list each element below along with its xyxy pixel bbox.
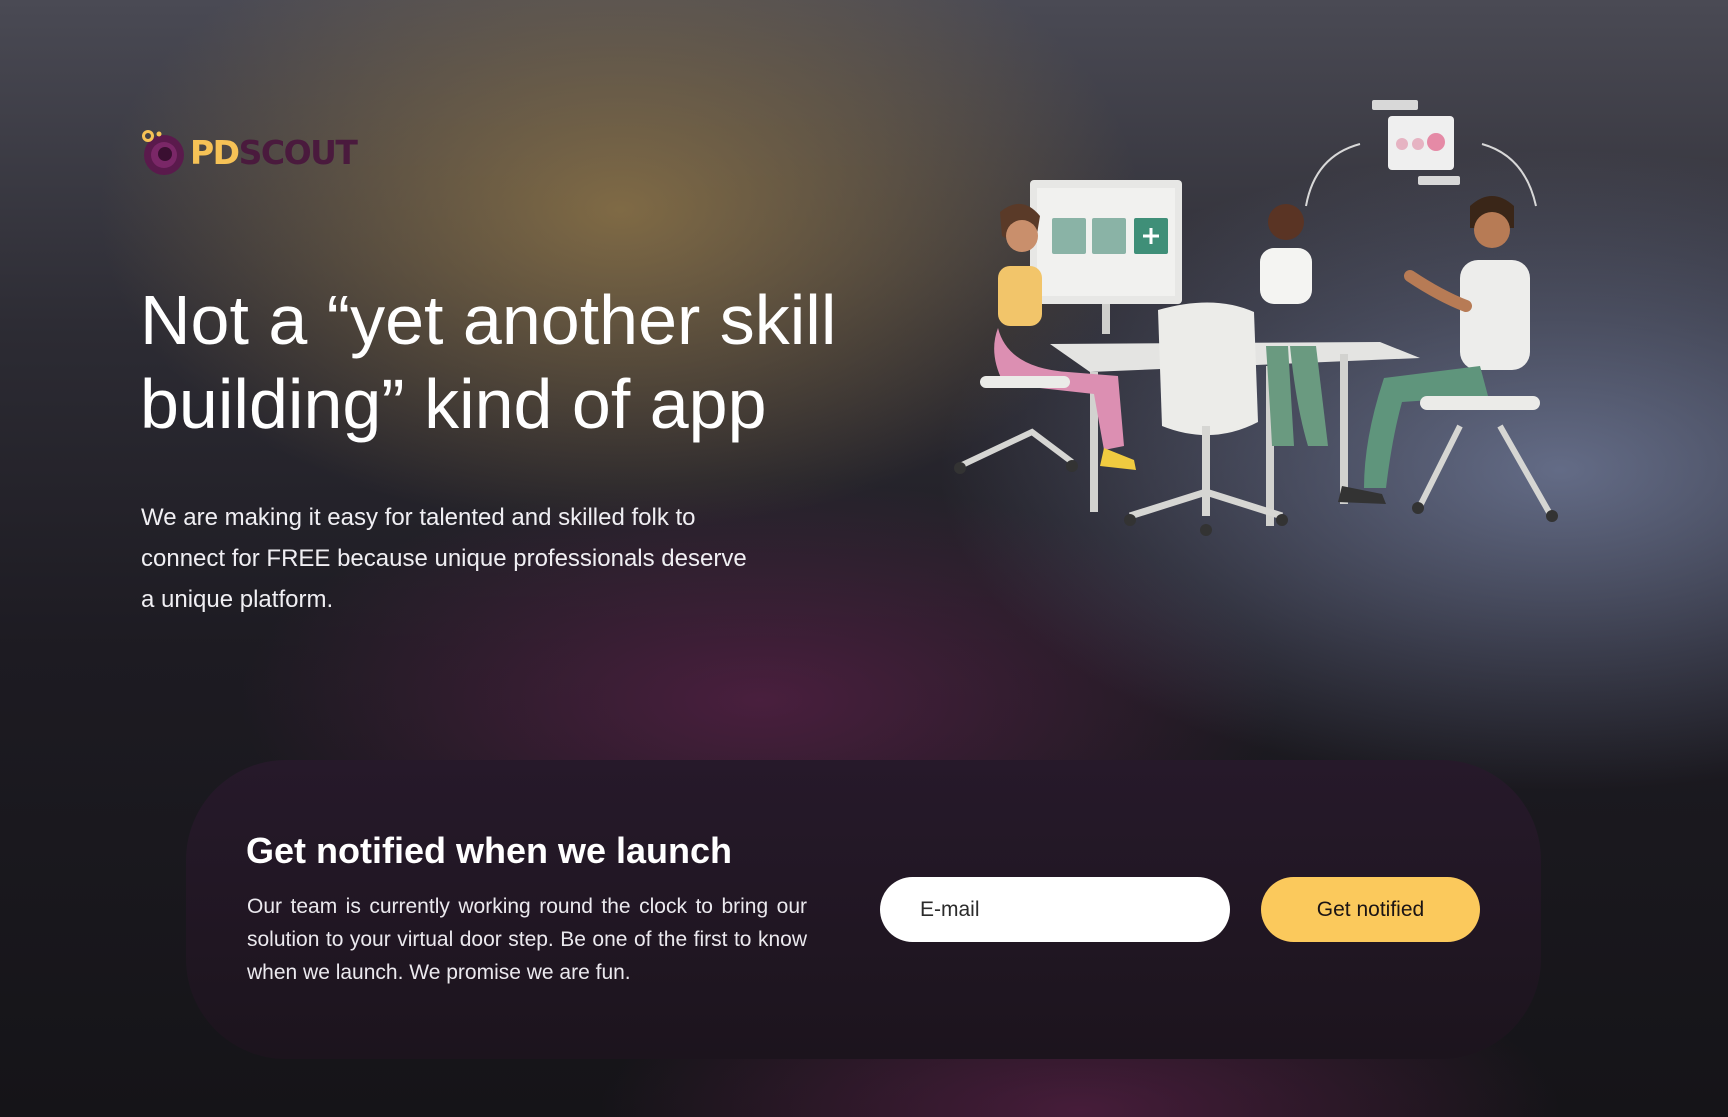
logo-wordmark-scout: SCOUT [238,132,358,172]
get-notified-button[interactable]: Get notified [1261,877,1480,942]
chair-icon [1124,302,1288,536]
hero-description: We are making it easy for talented and s… [141,504,747,613]
notify-card: Get notified when we launch Our team is … [186,760,1541,1059]
logo-icon [142,130,184,175]
notify-description: Our team is currently working round the … [247,895,807,984]
logo-wordmark-pd: PD [190,132,240,172]
notify-title: Get notified when we launch [246,830,733,871]
brand-logo[interactable]: PDSCOUT [140,128,358,176]
chat-bubbles-icon [1305,100,1537,207]
email-input[interactable] [880,877,1230,942]
logo-wordmark: PDSCOUT [190,132,358,172]
person-center-icon [1260,204,1328,446]
hero-title: Not a “yet another skill building” kind … [140,281,837,443]
team-meeting-illustration [954,100,1558,536]
